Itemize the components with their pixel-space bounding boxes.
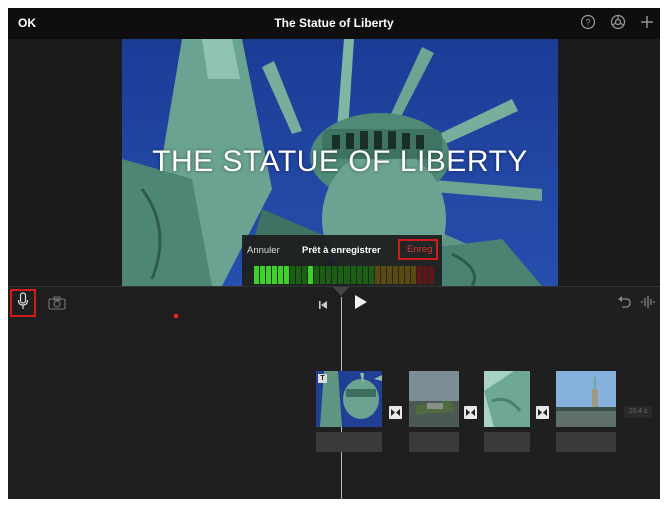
title-badge: T <box>318 374 327 383</box>
timeline-clip-liberty-island[interactable] <box>409 371 459 427</box>
timeline-clip-torch[interactable] <box>484 371 530 427</box>
camera-icon[interactable] <box>48 296 66 315</box>
duration-label: 20.4 s <box>624 406 652 418</box>
help-icon[interactable]: ? <box>580 14 596 30</box>
timeline: T 20.4 s <box>8 286 660 499</box>
transition-icon[interactable] <box>464 406 477 419</box>
audio-level-meter <box>254 266 434 284</box>
undo-icon[interactable] <box>617 295 631 314</box>
settings-icon[interactable] <box>610 14 626 30</box>
timeline-clip-statue-harbor[interactable] <box>556 371 616 427</box>
title-overlay: THE STATUE OF LIBERTY <box>152 145 528 178</box>
top-bar: OK The Statue of Liberty ? <box>8 8 660 39</box>
transition-icon[interactable] <box>536 406 549 419</box>
microphone-button[interactable] <box>10 289 36 317</box>
top-actions: ? <box>580 14 654 30</box>
timeline-clip-statue-crown[interactable]: T <box>316 371 382 427</box>
imovie-app: OK The Statue of Liberty ? THE STATUE OF… <box>8 8 660 499</box>
rewind-icon[interactable] <box>318 297 328 315</box>
clip-audio-track <box>316 432 382 452</box>
clip-audio-track <box>556 432 616 452</box>
clip-audio-track <box>484 432 530 452</box>
cancel-button[interactable]: Annuler <box>247 245 280 256</box>
project-title: The Statue of Liberty <box>274 16 394 30</box>
clip-audio-track <box>409 432 459 452</box>
audio-waveform-icon[interactable] <box>641 295 655 314</box>
add-icon[interactable] <box>640 15 654 29</box>
recording-indicator <box>174 314 178 318</box>
transition-icon[interactable] <box>389 406 402 419</box>
preview-viewer: THE STATUE OF LIBERTY Annuler Prêt à enr… <box>8 39 660 286</box>
playhead-marker <box>333 287 349 296</box>
microphone-icon <box>17 291 29 315</box>
recording-status: Prêt à enregistrer <box>302 245 381 256</box>
record-button[interactable]: Enreg <box>398 239 438 260</box>
svg-text:?: ? <box>585 18 590 28</box>
voiceover-panel: Annuler Prêt à enregistrer Enreg <box>242 235 442 286</box>
play-icon[interactable] <box>354 294 368 315</box>
